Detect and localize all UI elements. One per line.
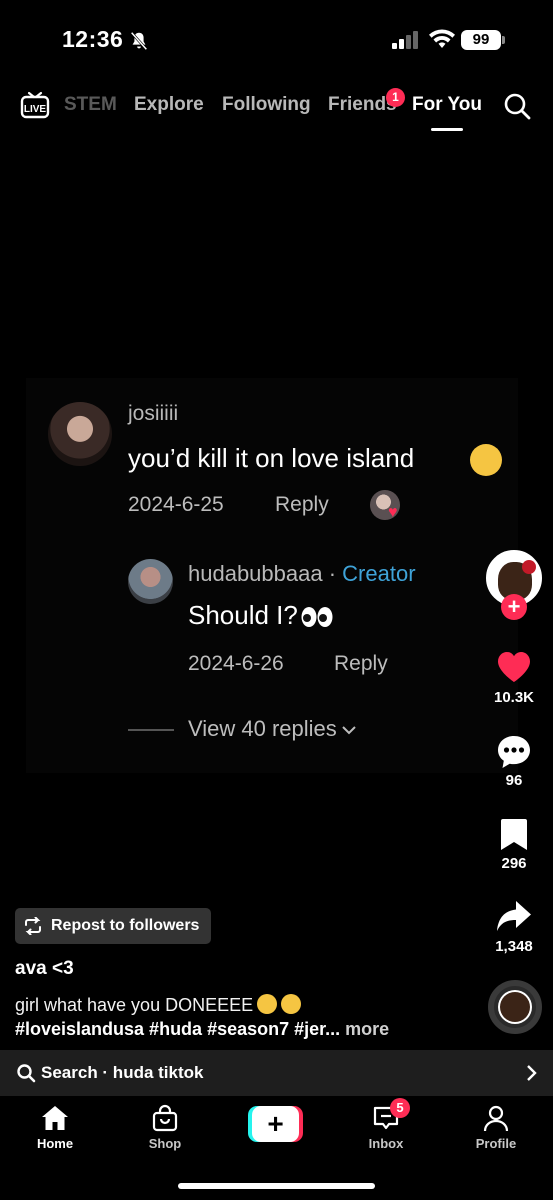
nav-shop[interactable]: Shop: [125, 1104, 205, 1151]
caption-hashtags: #loveislandusa #huda #season7 #jer...: [15, 1019, 341, 1039]
nav-home-label: Home: [36, 1136, 74, 1151]
reply-username: hudabubbaaa: [188, 561, 323, 586]
wifi-icon: [429, 29, 455, 48]
shopping-bag-icon: [152, 1104, 178, 1132]
comment-reply-label: Reply: [275, 493, 329, 516]
reply-text: Should I?: [188, 600, 298, 630]
cellular-signal-icon: [392, 31, 418, 49]
bookmark-icon[interactable]: [495, 815, 533, 853]
chevron-down-icon: [342, 726, 356, 735]
battery-indicator: 99: [461, 30, 505, 50]
comment-text: you’d kill it on love island: [128, 443, 415, 473]
eyes-emoji-icon: [301, 607, 333, 628]
top-navigation: LIVE STEM Explore Following Friends 1 Fo…: [0, 84, 553, 131]
crying-emoji-icon: [281, 994, 302, 1014]
view-replies-line: View 40 replies: [188, 716, 357, 742]
chevron-right-icon: [527, 1065, 537, 1081]
search-icon[interactable]: [503, 92, 531, 120]
caption-more-link[interactable]: more: [340, 1019, 389, 1039]
reply-date: 2024-6-26: [188, 652, 284, 675]
related-search-text: Search · huda tiktok: [41, 1063, 204, 1082]
heart-icon[interactable]: [495, 648, 533, 686]
creator-tag: Creator: [342, 561, 416, 586]
live-tv-icon[interactable]: LIVE: [20, 90, 50, 120]
repost-label: Repost to followers: [51, 917, 200, 934]
bell-muted-icon: [130, 31, 148, 51]
caption-hashtags-line[interactable]: #loveislandusa #huda #season7 #jer... mo…: [15, 1019, 389, 1040]
search-icon: [17, 1064, 36, 1083]
profile-person-icon: [483, 1105, 509, 1132]
pleading-face-emoji-icon: [470, 444, 502, 476]
status-time: 12:36: [62, 26, 124, 52]
caption-text: girl what have you DONEEEE: [15, 995, 254, 1015]
crying-emoji-icon: [257, 994, 278, 1014]
tab-explore[interactable]: Explore: [134, 94, 204, 116]
comment-count: 96: [505, 772, 523, 789]
nav-home[interactable]: Home: [15, 1104, 95, 1151]
repost-icon: [25, 917, 41, 935]
like-count: 10.3K: [493, 689, 535, 706]
sound-disc-avatar: [500, 992, 530, 1022]
tab-stem[interactable]: STEM: [64, 94, 117, 116]
related-search-bar[interactable]: Search · huda tiktok: [0, 1050, 553, 1096]
tab-for-you[interactable]: For You: [412, 94, 482, 116]
commenter-avatar: [48, 402, 112, 466]
sound-disc-icon[interactable]: [488, 980, 542, 1034]
comment-date: 2024-6-25: [128, 493, 224, 516]
commenter-username: josiiiii: [128, 402, 179, 425]
nav-inbox-label: Inbox: [368, 1136, 404, 1151]
live-label: LIVE: [24, 104, 47, 115]
active-tab-indicator: [431, 128, 463, 131]
home-icon: [42, 1106, 68, 1130]
home-indicator: [178, 1183, 375, 1189]
reply-user-line: hudabubbaaa · Creator: [188, 561, 416, 587]
create-post-button[interactable]: +: [248, 1106, 303, 1142]
reply-separator: ·: [322, 561, 343, 586]
view-replies-text: View 40 replies: [188, 716, 337, 741]
comment-bubble-icon[interactable]: [495, 733, 533, 771]
share-count: 1,348: [495, 938, 533, 955]
friends-notification-badge: 1: [386, 88, 405, 107]
status-bar: 12:36 99: [0, 0, 553, 70]
save-count: 296: [501, 855, 527, 872]
reply-text-line: Should I?: [188, 600, 334, 631]
nav-profile-label: Profile: [475, 1136, 517, 1151]
nav-shop-label: Shop: [148, 1136, 182, 1151]
follow-plus-button[interactable]: +: [501, 594, 527, 620]
view-replies-divider: [128, 729, 174, 731]
share-arrow-icon[interactable]: [495, 897, 533, 935]
reply-reply-label: Reply: [334, 652, 388, 675]
creator-reply-avatar: [128, 559, 173, 604]
creator-liked-heart-icon: ♥: [388, 504, 398, 521]
plus-icon: +: [252, 1106, 299, 1142]
tab-following[interactable]: Following: [222, 94, 311, 116]
caption-line-1: girl what have you DONEEEE: [15, 994, 302, 1016]
nav-profile[interactable]: Profile: [456, 1104, 536, 1151]
nav-inbox[interactable]: 5 Inbox: [346, 1098, 426, 1151]
inbox-notification-badge: 5: [390, 1098, 410, 1118]
avatar-bow: [522, 560, 536, 574]
post-author[interactable]: ava <3: [15, 958, 74, 980]
repost-to-followers-button[interactable]: Repost to followers: [15, 908, 212, 944]
